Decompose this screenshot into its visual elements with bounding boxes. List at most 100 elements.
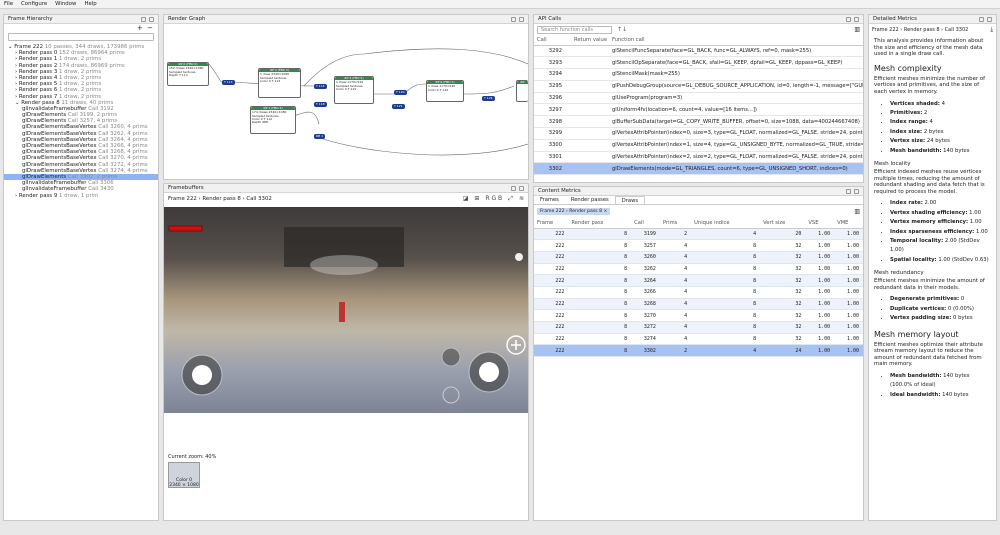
metrics-col-header[interactable]: Unique indice xyxy=(691,218,761,229)
metric-item: Index sparseness efficiency: 1.00 xyxy=(890,228,991,237)
float-icon[interactable] xyxy=(511,16,516,22)
rgb-channel-icon[interactable]: R G B xyxy=(485,195,502,203)
api-calls-panel: API Calls Search function calls ↑↓ ▥ Cal… xyxy=(533,14,864,183)
metrics-col-header[interactable]: Frame xyxy=(534,218,569,229)
api-call-row[interactable]: 3301 glVertexAttribPointer(index=2, size=… xyxy=(534,151,863,164)
col-call[interactable]: Call xyxy=(534,35,574,46)
graph-node-pass-1[interactable]: RP 1 (FBO 2) 174 draws 2340×1080 Sampled t… xyxy=(250,106,296,134)
menu-help[interactable]: Help xyxy=(84,1,96,7)
metric-label: Vertex shading efficiency: xyxy=(890,209,968,216)
panel-title: Detailed Metrics xyxy=(873,16,917,22)
columns-icon[interactable]: ▥ xyxy=(854,208,860,215)
menu-configure[interactable]: Configure xyxy=(21,1,47,7)
metrics-col-header[interactable]: Render pass xyxy=(568,218,632,229)
metrics-row[interactable]: 222 8 3260 4 8 32 1.00 1.00 xyxy=(534,251,863,264)
framebuffer-preview[interactable] xyxy=(164,207,528,413)
api-call-row[interactable]: 3294 glStencilMask(mask=255) xyxy=(534,68,863,81)
attachment-thumbnail[interactable]: Color 0 2340 × 1080 xyxy=(168,462,200,488)
graph-chip[interactable]: T 120 xyxy=(394,90,407,95)
graph-chip[interactable]: T 121 xyxy=(392,104,405,109)
close-icon[interactable] xyxy=(519,16,524,22)
api-call-row[interactable]: 3298 glBufferSubData(target=GL_COPY_WRITE… xyxy=(534,115,863,129)
metrics-cell: 8 xyxy=(691,239,761,252)
columns-icon[interactable]: ▥ xyxy=(854,26,860,33)
grid-icon[interactable]: ⊞ xyxy=(474,195,479,203)
menu-file[interactable]: File xyxy=(4,1,13,7)
graph-chip[interactable]: T 124 xyxy=(482,96,495,101)
expand-collapse-buttons[interactable]: + − xyxy=(4,24,158,33)
metric-label: Vertex padding size: xyxy=(890,315,952,322)
graph-node-pass-8[interactable]: RP xyxy=(516,80,528,102)
graph-node-pass-6[interactable]: RP 6 (FBO 7) 1 draw 1170×540 Color 0 T 122 xyxy=(426,80,464,102)
api-search-input[interactable]: Search function calls xyxy=(537,25,612,34)
content-metrics-panel: Content Metrics Frames Render passes Draws… xyxy=(533,186,864,521)
metrics-row[interactable]: 222 8 3272 4 8 32 1.00 1.00 xyxy=(534,321,863,334)
api-call-row[interactable]: 3300 glVertexAttribPointer(index=1, size=… xyxy=(534,139,863,152)
menu-window[interactable]: Window xyxy=(55,1,76,7)
tab-draws[interactable]: Draws xyxy=(614,196,646,204)
float-icon[interactable] xyxy=(979,16,984,22)
graph-chip[interactable]: T 114 xyxy=(314,84,327,89)
metrics-row[interactable]: 222 8 3302 2 4 24 1.00 1.00 xyxy=(534,344,863,358)
hierarchy-search-input[interactable] xyxy=(8,33,154,41)
metrics-cell: 3199 xyxy=(631,228,660,241)
download-icon[interactable]: ⤓ xyxy=(990,26,993,34)
metrics-row[interactable]: 222 8 3266 4 8 32 1.00 1.00 xyxy=(534,286,863,299)
metric-value: 1.00 xyxy=(976,228,988,235)
close-icon[interactable] xyxy=(987,16,992,22)
metrics-row[interactable]: 222 8 3262 4 8 32 1.00 1.00 xyxy=(534,263,863,276)
col-function[interactable]: Function call xyxy=(612,35,863,46)
api-call-row[interactable]: 3296 glUseProgram(program=3) xyxy=(534,92,863,105)
prev-next-icon[interactable]: ↑↓ xyxy=(617,26,627,33)
api-cell: 3295 xyxy=(534,80,574,93)
color-picker-icon[interactable]: ◪ xyxy=(463,195,469,203)
graph-chip[interactable]: RB 1 xyxy=(314,134,326,139)
close-icon[interactable] xyxy=(519,185,524,191)
layers-icon[interactable]: ≋ xyxy=(519,195,524,203)
metrics-cell: 8 xyxy=(691,321,761,334)
render-graph-canvas[interactable]: RP 0 (FBO 0) 152 draws 2340×1080 Sampled t… xyxy=(164,24,528,179)
graph-chip[interactable]: T 113 xyxy=(222,80,235,85)
metrics-col-header[interactable]: Vert size xyxy=(760,218,806,229)
float-icon[interactable] xyxy=(846,16,851,22)
metric-value: 2 xyxy=(924,109,928,116)
tab-render-passes[interactable]: Render passes xyxy=(565,196,615,204)
metrics-row[interactable]: 222 8 3270 4 8 32 1.00 1.00 xyxy=(534,309,863,322)
filter-chip[interactable]: Frame 222 › Render pass 8 × xyxy=(537,208,611,215)
api-call-row[interactable]: 3302 glDrawElements(mode=GL_TRIANGLES, co… xyxy=(534,162,863,176)
metrics-row[interactable]: 222 8 3257 4 8 32 1.00 1.00 xyxy=(534,239,863,252)
metrics-row[interactable]: 222 8 3264 4 8 32 1.00 1.00 xyxy=(534,274,863,287)
graph-node-pass-4[interactable]: RP 4 (FBO 5) 1 draw 1170×540 Sampled textu… xyxy=(334,76,374,104)
metrics-row[interactable]: 222 8 3199 2 4 20 1.00 1.00 xyxy=(534,228,863,241)
tree-item-label: glDrawElementsBaseVertex xyxy=(22,124,97,131)
graph-node-pass-2[interactable]: RP 2 (FBO 3) 1 draw 2340×1080 Sampled text… xyxy=(258,68,301,98)
metrics-row[interactable]: 222 8 3268 4 8 32 1.00 1.00 xyxy=(534,298,863,311)
metrics-col-header[interactable]: VME xyxy=(834,218,863,229)
close-icon[interactable] xyxy=(854,16,859,22)
tree-item[interactable]: › Render pass 9 1 draw, 1 prim xyxy=(4,193,158,199)
metrics-col-header[interactable]: Call xyxy=(631,218,660,229)
graph-node-pass-0[interactable]: RP 0 (FBO 0) 152 draws 2340×1080 Sampled t… xyxy=(167,62,209,86)
fit-icon[interactable]: ⤢ xyxy=(508,195,513,203)
graph-chip[interactable]: T 118 xyxy=(314,102,327,107)
metrics-cell: 1.00 xyxy=(834,333,863,346)
close-icon[interactable] xyxy=(149,16,154,22)
metrics-row[interactable]: 222 8 3274 4 8 32 1.00 1.00 xyxy=(534,333,863,346)
close-icon[interactable] xyxy=(854,188,859,194)
api-call-row[interactable]: 3295 glPushDebugGroup(source=GL_DEBUG_SOU… xyxy=(534,80,863,93)
float-icon[interactable] xyxy=(141,16,146,22)
metrics-cell: 4 xyxy=(659,263,692,276)
api-call-row[interactable]: 3292 glStencilFuncSeparate(face=GL_BACK, … xyxy=(534,45,863,58)
metric-label: Duplicate vertices: xyxy=(890,305,947,312)
tab-frames[interactable]: Frames xyxy=(534,196,565,204)
metrics-col-header[interactable]: VSE xyxy=(805,218,835,229)
float-icon[interactable] xyxy=(846,188,851,194)
float-icon[interactable] xyxy=(511,185,516,191)
metrics-col-header[interactable]: Prims xyxy=(659,218,692,229)
api-call-row[interactable]: 3299 glVertexAttribPointer(index=0, size=… xyxy=(534,127,863,140)
api-call-row[interactable]: 3297 glUniform4fv(location=6, count=4, va… xyxy=(534,103,863,117)
api-call-row[interactable]: 3293 glStencilOpSeparate(face=GL_BACK, sf… xyxy=(534,56,863,70)
metrics-cell: 1.00 xyxy=(834,263,863,276)
col-return[interactable]: Return value xyxy=(574,35,612,46)
metrics-cell: 4 xyxy=(659,239,692,252)
